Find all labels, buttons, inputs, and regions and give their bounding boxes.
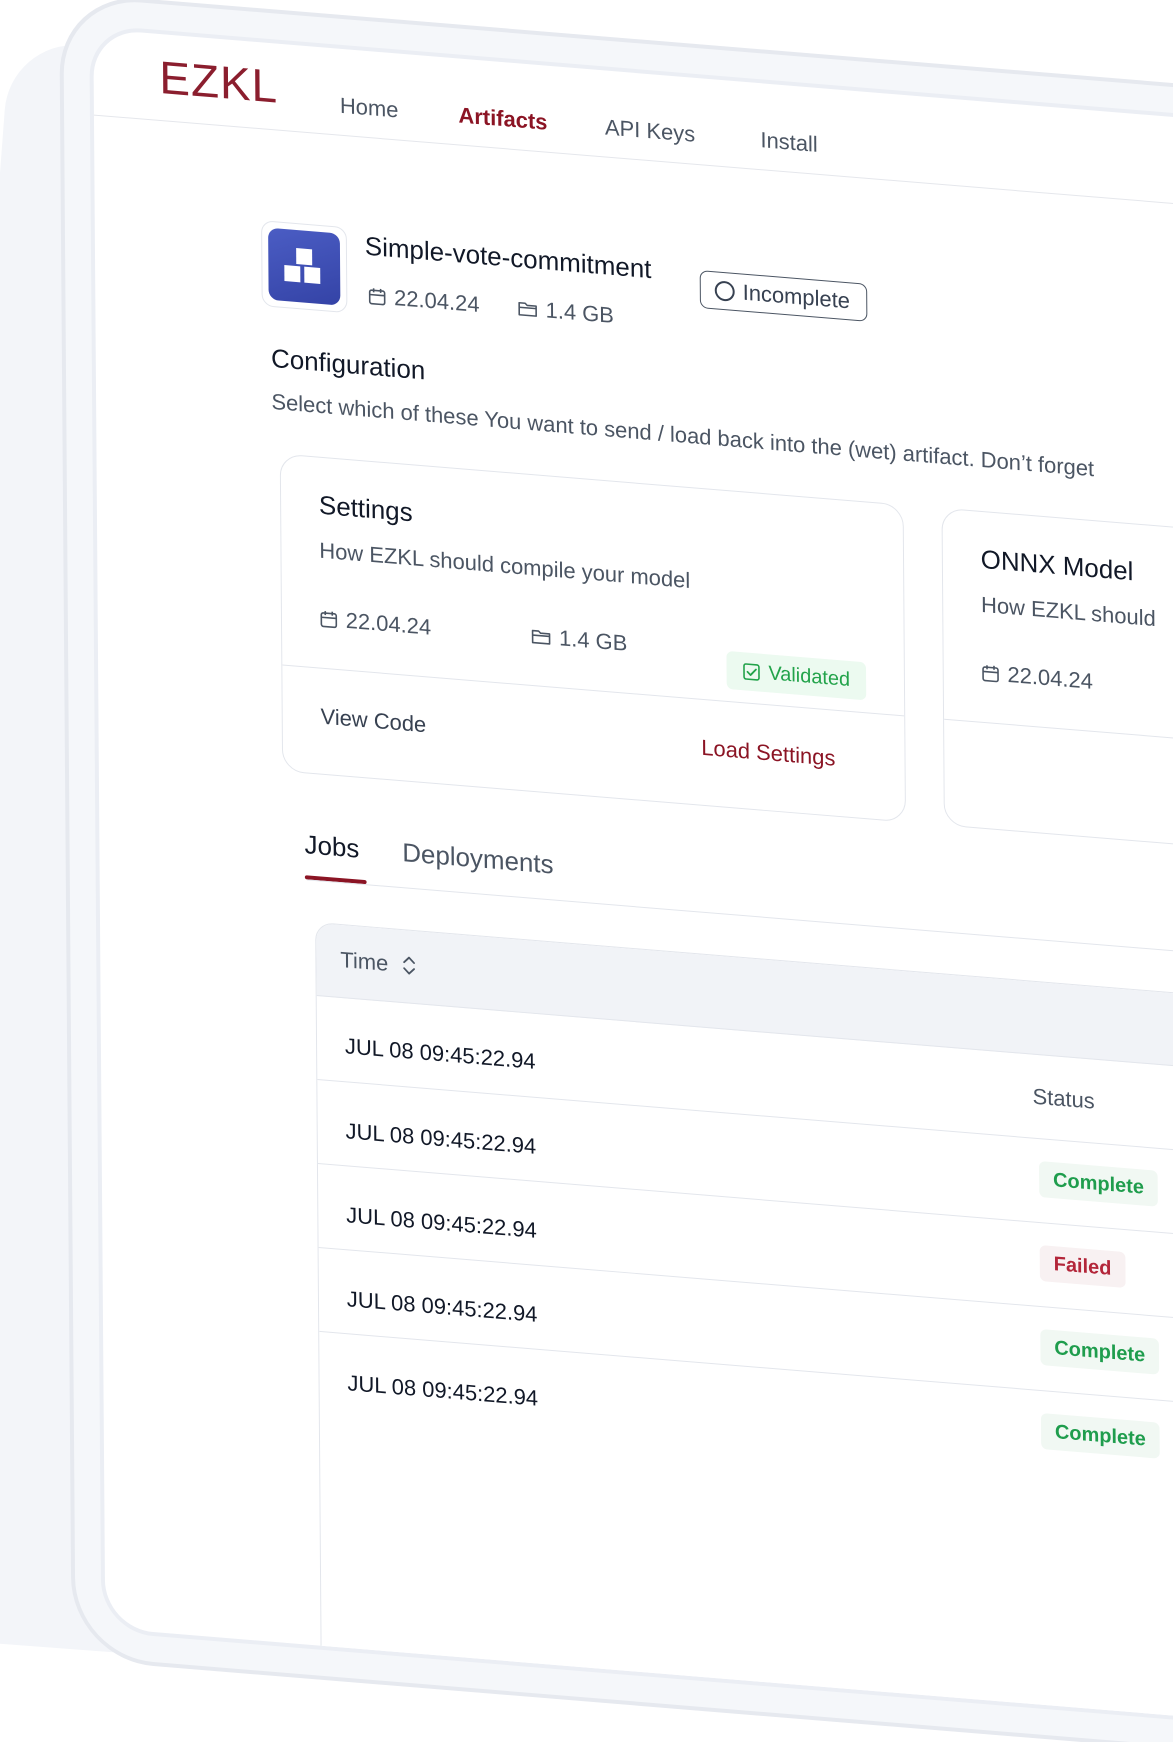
calendar-icon xyxy=(320,610,338,629)
boxes-icon xyxy=(268,228,340,306)
calendar-icon xyxy=(368,287,386,306)
settings-card-title: Settings xyxy=(319,490,413,529)
row-time: JUL 08 09:45:22.94 xyxy=(345,1033,536,1075)
status-badge: Failed xyxy=(1040,1245,1126,1288)
settings-card-date: 22.04.24 xyxy=(320,606,431,641)
status-badge: Complete xyxy=(1041,1413,1160,1459)
calendar-icon xyxy=(982,664,1000,683)
view-code-button[interactable]: View Code xyxy=(320,704,426,739)
circle-icon xyxy=(715,280,735,302)
card-divider xyxy=(944,719,1173,771)
row-time: JUL 08 09:45:22.94 xyxy=(347,1370,538,1412)
artifact-date: 22.04.24 xyxy=(368,283,479,318)
ezkl-logo[interactable]: EZKL xyxy=(159,50,278,114)
settings-card-date-text: 22.04.24 xyxy=(346,608,432,641)
top-nav-bar: EZKL Home Artifacts API Keys Install xyxy=(93,29,1173,230)
onnx-model-card: ONNX Model How EZKL should 22.04.24 xyxy=(941,508,1173,877)
onnx-card-date-text: 22.04.24 xyxy=(1007,662,1093,695)
validated-badge-label: Validated xyxy=(768,662,850,692)
status-badge: Incomplete xyxy=(700,270,867,322)
onnx-card-title: ONNX Model xyxy=(981,544,1134,587)
nav-install[interactable]: Install xyxy=(760,127,817,158)
onnx-card-date: 22.04.24 xyxy=(981,660,1092,695)
app-window: EZKL Home Artifacts API Keys Install Sim… xyxy=(93,29,1173,1742)
configuration-title: Configuration xyxy=(271,343,425,387)
artifact-size: 1.4 GB xyxy=(518,295,614,329)
row-time: JUL 08 09:45:22.94 xyxy=(345,1118,536,1160)
row-time: JUL 08 09:45:22.94 xyxy=(347,1286,538,1328)
artifact-icon-frame xyxy=(261,220,347,313)
status-badge-label: Incomplete xyxy=(743,280,850,315)
tab-jobs[interactable]: Jobs xyxy=(304,829,359,864)
time-column-label: Time xyxy=(340,947,388,977)
settings-card-size: 1.4 GB xyxy=(531,623,627,657)
load-settings-button[interactable]: Load Settings xyxy=(701,735,835,772)
tab-deployments[interactable]: Deployments xyxy=(402,837,553,880)
nav-artifacts[interactable]: Artifacts xyxy=(458,102,547,135)
artifact-size-text: 1.4 GB xyxy=(546,297,614,329)
row-time: JUL 08 09:45:22.94 xyxy=(346,1202,537,1244)
status-badge: Complete xyxy=(1040,1329,1159,1375)
time-column-header[interactable]: Time xyxy=(340,947,416,979)
onnx-card-description: How EZKL should xyxy=(981,592,1156,632)
artifact-date-text: 22.04.24 xyxy=(394,285,480,318)
jobs-table: Time Status JUL 08 09:45:22.94 JUL 08 09… xyxy=(315,922,1173,1742)
folder-icon xyxy=(518,299,538,319)
nav-api-keys[interactable]: API Keys xyxy=(605,114,695,147)
status-badge: Complete xyxy=(1039,1161,1158,1207)
nav-home[interactable]: Home xyxy=(340,93,399,124)
settings-card-size-text: 1.4 GB xyxy=(559,625,627,657)
validated-badge: Validated xyxy=(726,651,866,700)
settings-card-description: How EZKL should compile your model xyxy=(319,538,690,594)
check-square-icon xyxy=(742,662,760,681)
sort-icon[interactable] xyxy=(402,954,416,977)
settings-card: Settings How EZKL should compile your mo… xyxy=(280,453,906,822)
folder-icon xyxy=(531,627,551,647)
artifact-title: Simple-vote-commitment xyxy=(365,231,652,285)
